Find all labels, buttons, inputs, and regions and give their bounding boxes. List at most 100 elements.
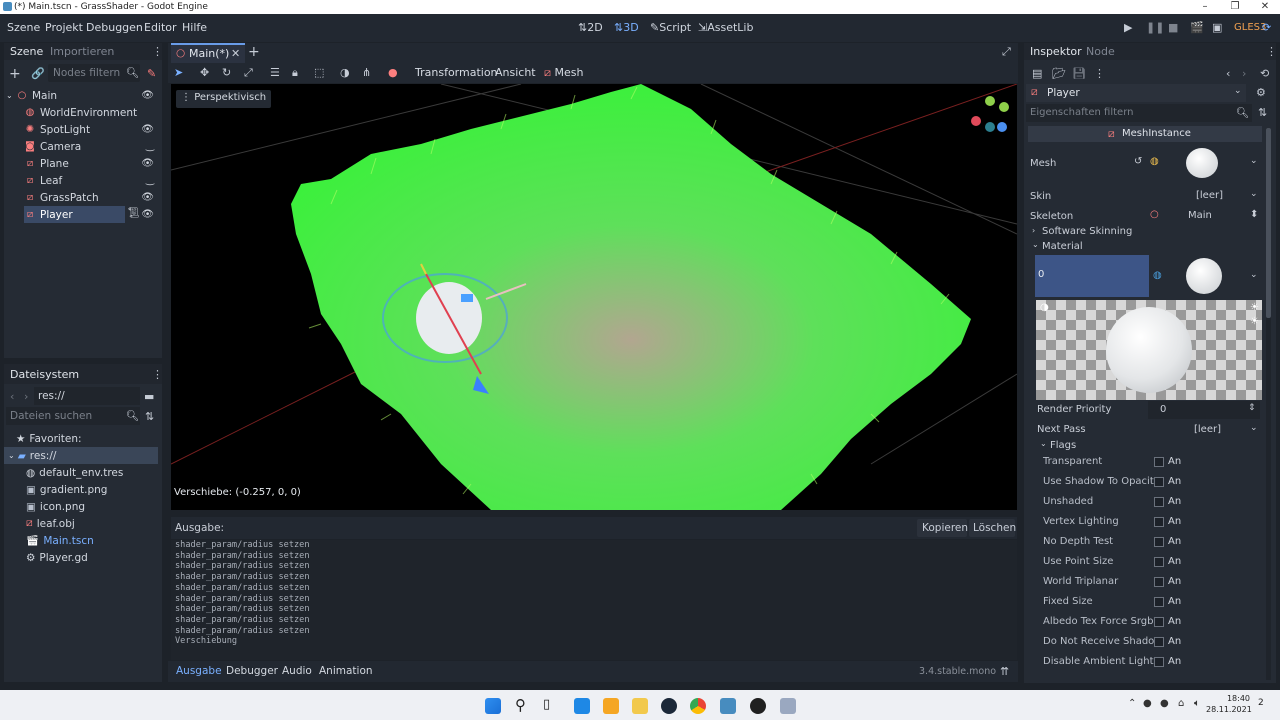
spin-arrows-icon[interactable]: ⇕ [1248, 403, 1256, 413]
tab-ausgabe[interactable]: Ausgabe [176, 665, 222, 677]
menu-editor[interactable]: Editor [144, 21, 177, 34]
flag-vertex-lighting[interactable]: Vertex Lighting An [1036, 512, 1262, 532]
tab-dateisystem[interactable]: Dateisystem [10, 368, 79, 381]
visibility-eye-icon[interactable]: 👁︎ [141, 158, 154, 169]
pause-icon[interactable]: ❚❚ [1146, 21, 1164, 34]
tree-item-plane[interactable]: ⧄ Plane 👁︎ [4, 155, 162, 172]
menu-mesh[interactable]: ⧄ Mesh [544, 66, 583, 80]
dock-menu-icon[interactable]: ⋮ [1266, 45, 1277, 58]
script-icon[interactable]: 📜︎ [127, 208, 140, 219]
chrome-icon[interactable] [690, 698, 706, 714]
dock-menu-icon[interactable]: ⋮ [152, 368, 163, 381]
menu-hilfe[interactable]: Hilfe [182, 21, 207, 34]
link-icon[interactable]: 🔗 [31, 67, 45, 80]
more-options-icon[interactable]: ⋮ [1094, 67, 1105, 80]
tab-audio[interactable]: Audio [282, 665, 312, 677]
light-3-icon[interactable]: ☀ [1250, 316, 1259, 327]
tree-item-player[interactable]: ⧄ Player 📜︎ 👁︎ [4, 206, 162, 223]
list-select-icon[interactable]: ☰ [270, 66, 280, 79]
visibility-eye-icon[interactable]: 👁︎ [141, 209, 154, 220]
tree-item-leaf[interactable]: ⧄ Leaf ‿ [4, 172, 162, 189]
chevron-down-icon[interactable]: ⌄ [1250, 156, 1258, 166]
open-folder-icon[interactable]: 📂︎ [1052, 67, 1066, 80]
flag-transparent[interactable]: Transparent An [1036, 452, 1262, 472]
file-item[interactable]: ◍ default_env.tres [26, 464, 123, 481]
workspace-assetlib[interactable]: ⇲AssetLib [698, 21, 753, 34]
play-icon[interactable]: ▶ [1124, 21, 1132, 34]
godot-icon[interactable] [720, 698, 736, 714]
obs-icon[interactable] [750, 698, 766, 714]
material-slot[interactable]: 0 [1035, 255, 1149, 297]
steam-icon[interactable] [661, 698, 677, 714]
checkbox[interactable] [1154, 597, 1164, 607]
node-selector[interactable]: ⧄ Player ⌄ [1026, 84, 1246, 102]
tab-node[interactable]: Node [1086, 45, 1115, 58]
checkbox[interactable] [1154, 657, 1164, 667]
tab-inspektor[interactable]: Inspektor [1030, 45, 1082, 58]
play-scene-icon[interactable]: 🎬 [1190, 21, 1204, 34]
file-explorer-icon[interactable] [632, 698, 648, 714]
file-item[interactable]: ⚙ Player.gd [26, 549, 88, 566]
menu-debuggen[interactable]: Debuggen [86, 21, 143, 34]
tree-item-grasspatch[interactable]: ⧄ GrassPatch 👁︎ [4, 189, 162, 206]
checkbox[interactable] [1154, 617, 1164, 627]
rotate-tool-icon[interactable]: ↻ [222, 66, 231, 79]
folder-res[interactable]: ⌄ ▰ res:// [4, 447, 158, 464]
office-icon[interactable] [603, 698, 619, 714]
select-tool-icon[interactable]: ➤ [174, 66, 183, 79]
checkbox[interactable] [1154, 537, 1164, 547]
checkbox[interactable] [1154, 557, 1164, 567]
menu-ansicht[interactable]: Ansicht [495, 66, 536, 79]
workspace-3d[interactable]: ⇅3D [614, 21, 639, 34]
menu-szene[interactable]: Szene [7, 21, 40, 34]
checkbox[interactable] [1154, 457, 1164, 467]
property-filter-input[interactable]: Eigenschaften filtern 🔍︎ [1026, 104, 1252, 122]
forward-arrow-icon[interactable]: › [24, 390, 28, 403]
property-render-priority[interactable]: Render Priority 0 ⇕ [1036, 400, 1262, 420]
tray-obs-icon[interactable]: ● [1143, 698, 1152, 709]
stop-icon[interactable]: ■ [1168, 21, 1178, 34]
visibility-eye-icon[interactable]: 👁︎ [141, 192, 154, 203]
section-material[interactable]: ⌄ Material [1026, 237, 1262, 257]
flag-unshaded[interactable]: Unshaded An [1036, 492, 1262, 512]
visibility-eye-icon[interactable]: 👁︎ [141, 124, 154, 135]
camera-override-icon[interactable]: ● [388, 66, 398, 79]
new-resource-icon[interactable]: ▤ [1032, 67, 1042, 80]
task-view-icon[interactable]: ▯ [543, 697, 550, 712]
windows-start-icon[interactable] [485, 698, 501, 714]
checkbox[interactable] [1154, 477, 1164, 487]
tray-steam-icon[interactable]: ● [1160, 698, 1169, 709]
perspective-menu[interactable]: ⋮ Perspektivisch [176, 90, 272, 108]
file-item[interactable]: ▣ icon.png [26, 498, 85, 515]
tree-item-camera[interactable]: ◙ Camera ‿ [4, 138, 162, 155]
back-arrow-icon[interactable]: ‹ [10, 390, 14, 403]
node-settings-icon[interactable]: ⚙ [1256, 86, 1266, 99]
history-back-icon[interactable]: ‹ [1226, 67, 1230, 80]
checkbox[interactable] [1154, 497, 1164, 507]
save-icon[interactable]: 💾︎ [1072, 67, 1086, 80]
copy-button[interactable]: Kopieren [917, 519, 968, 537]
script-attach-icon[interactable]: ✎ [147, 67, 156, 80]
search-icon[interactable]: ⚲ [515, 696, 526, 714]
notification-badge[interactable]: 2 [1258, 698, 1264, 708]
workspace-script[interactable]: ✎Script [650, 21, 691, 34]
property-skin[interactable]: Skin [leer] ⌄ [1026, 186, 1262, 206]
local-space-icon[interactable]: ◑ [340, 66, 350, 79]
tab-main[interactable]: ○ Main(*) ✕ [171, 43, 245, 63]
light-2-icon[interactable]: ☀ [1250, 302, 1259, 313]
revert-icon[interactable]: ↺ [1134, 156, 1142, 167]
property-mesh[interactable]: Mesh ↺ ◍ ⌄ [1026, 146, 1262, 180]
checkbox[interactable] [1154, 517, 1164, 527]
play-custom-icon[interactable]: ▣ [1212, 21, 1222, 34]
menu-transformation[interactable]: Transformation [415, 66, 498, 79]
light-1-icon[interactable]: ◑ [1040, 302, 1049, 313]
volume-icon[interactable]: 🔈︎ [1194, 698, 1200, 709]
chevron-down-icon[interactable]: ⌄ [1250, 423, 1258, 433]
flag-use-shadow-to-opacity[interactable]: Use Shadow To Opacity An [1036, 472, 1262, 492]
group-icon[interactable]: ⬚ [314, 66, 324, 79]
widgets-icon[interactable] [574, 698, 590, 714]
flag-do-not-receive-shadow[interactable]: Do Not Receive Shadow An [1036, 632, 1262, 652]
tab-debugger[interactable]: Debugger [226, 665, 278, 677]
favorites-item[interactable]: ★ Favoriten: [16, 430, 82, 447]
close-tab-icon[interactable]: ✕ [231, 47, 240, 60]
